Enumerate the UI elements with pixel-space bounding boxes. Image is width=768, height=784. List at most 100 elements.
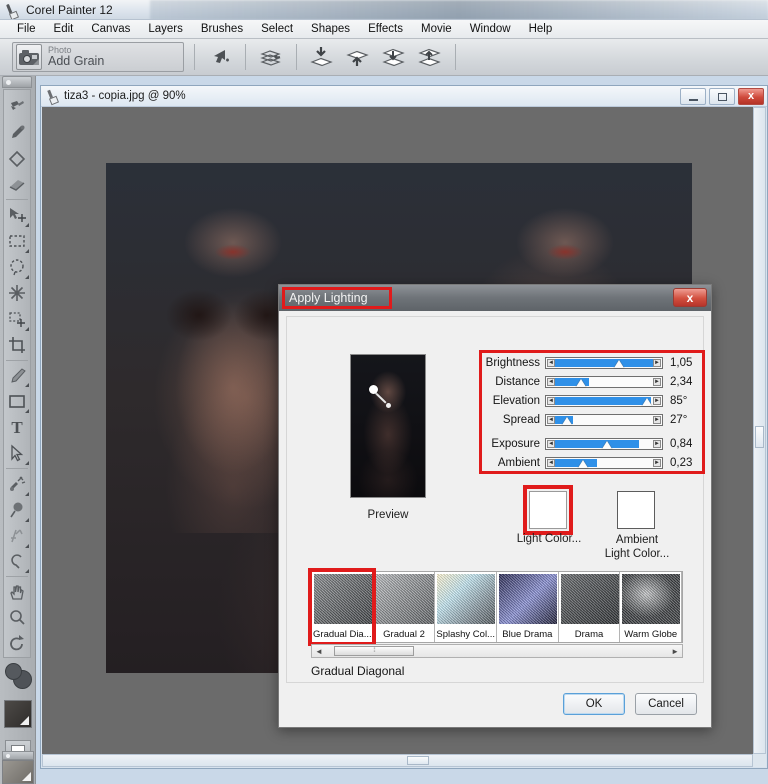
toolbox-grip[interactable]: [2, 76, 32, 88]
brush-variant-label: Add Grain: [48, 54, 105, 69]
dropper-tool[interactable]: [4, 120, 30, 146]
paper-selector[interactable]: [4, 700, 32, 728]
spread-slider[interactable]: ◄ ►: [545, 413, 663, 426]
slider-increase-icon[interactable]: ►: [653, 377, 661, 386]
application-titlebar: Corel Painter 12: [0, 0, 768, 20]
magic-wand-tool[interactable]: [4, 280, 30, 306]
brush-tool[interactable]: [4, 94, 30, 120]
slider-decrease-icon[interactable]: ◄: [547, 358, 555, 367]
vertical-scroll-thumb[interactable]: [755, 426, 764, 448]
foreground-color-swatch[interactable]: [5, 663, 22, 680]
lighting-presets-list[interactable]: Gradual Dia... Gradual 2 Splashy Col... …: [311, 571, 683, 643]
menu-item-help[interactable]: Help: [520, 20, 562, 38]
crop-tool[interactable]: [4, 332, 30, 358]
presets-horizontal-scrollbar[interactable]: ◄ ►: [311, 644, 683, 658]
brush-selector[interactable]: Photo Add Grain: [12, 42, 184, 72]
slider-increase-icon[interactable]: ►: [653, 396, 661, 405]
move-layer-up-icon[interactable]: [415, 42, 445, 72]
text-tool[interactable]: T: [4, 414, 30, 440]
slider-increase-icon[interactable]: ►: [653, 358, 661, 367]
slider-decrease-icon[interactable]: ◄: [547, 415, 555, 424]
ambient-light-color-label[interactable]: Ambient Light Color...: [596, 533, 678, 562]
slider-decrease-icon[interactable]: ◄: [547, 439, 555, 448]
slider-decrease-icon[interactable]: ◄: [547, 396, 555, 405]
ambient-light-color-swatch[interactable]: [617, 491, 655, 529]
dialog-buttons: OK Cancel: [563, 693, 697, 715]
minimize-button[interactable]: [680, 88, 706, 105]
menu-item-window[interactable]: Window: [461, 20, 520, 38]
preset-splashy-colors[interactable]: Splashy Col...: [435, 572, 498, 642]
dialog-close-button[interactable]: x: [673, 288, 707, 307]
scroll-left-icon[interactable]: ◄: [315, 647, 323, 656]
shape-selection-tool[interactable]: [4, 440, 30, 466]
toolbar-divider: [194, 44, 195, 70]
ok-button[interactable]: OK: [563, 693, 625, 715]
menu-item-shapes[interactable]: Shapes: [302, 20, 359, 38]
menu-item-effects[interactable]: Effects: [359, 20, 412, 38]
distance-slider[interactable]: ◄ ►: [545, 375, 663, 388]
menu-item-file[interactable]: File: [8, 20, 45, 38]
slider-increase-icon[interactable]: ►: [653, 458, 661, 467]
light-target-handle[interactable]: [386, 403, 391, 408]
rectangular-selection-tool[interactable]: [4, 228, 30, 254]
light-color-label[interactable]: Light Color...: [509, 533, 589, 545]
scroll-right-icon[interactable]: ►: [671, 647, 679, 656]
exposure-slider[interactable]: ◄ ►: [545, 437, 663, 450]
cloner-tool[interactable]: [4, 471, 30, 497]
grabber-hand-tool[interactable]: [4, 579, 30, 605]
canvas-horizontal-scrollbar[interactable]: [42, 754, 753, 767]
brightness-slider[interactable]: ◄ ►: [545, 356, 663, 369]
close-button[interactable]: x: [738, 88, 764, 105]
paper-preview-grip[interactable]: [2, 751, 34, 760]
slider-decrease-icon[interactable]: ◄: [547, 458, 555, 467]
restore-button[interactable]: [709, 88, 735, 105]
slider-increase-icon[interactable]: ►: [653, 415, 661, 424]
mirror-painting-tool[interactable]: [4, 549, 30, 575]
undo-brushstroke-icon[interactable]: [205, 42, 235, 72]
menu-item-canvas[interactable]: Canvas: [82, 20, 139, 38]
preset-blue-drama[interactable]: Blue Drama: [497, 572, 559, 642]
dialog-title: Apply Lighting: [289, 291, 368, 305]
canvas-vertical-scrollbar[interactable]: [753, 107, 766, 754]
lasso-tool[interactable]: [4, 254, 30, 280]
dodge-tool[interactable]: [4, 497, 30, 523]
paint-bucket-tool[interactable]: [4, 146, 30, 172]
preset-warm-globe[interactable]: Warm Globe: [620, 572, 683, 642]
menu-item-brushes[interactable]: Brushes: [192, 20, 252, 38]
slider-decrease-icon[interactable]: ◄: [547, 377, 555, 386]
ambient-slider[interactable]: ◄ ►: [545, 456, 663, 469]
pen-tool[interactable]: [4, 363, 30, 389]
preset-gradual-2[interactable]: Gradual 2: [374, 572, 436, 642]
rotate-page-tool[interactable]: [4, 631, 30, 657]
elevation-slider[interactable]: ◄ ►: [545, 394, 663, 407]
layer-adjuster-tool[interactable]: [4, 202, 30, 228]
divine-proportion-tool[interactable]: [4, 523, 30, 549]
preset-drama[interactable]: Drama: [559, 572, 621, 642]
magnifier-tool[interactable]: [4, 605, 30, 631]
lighting-preview[interactable]: [350, 354, 426, 498]
preset-label: Gradual Dia...: [313, 629, 372, 640]
presets-scroll-thumb[interactable]: [334, 646, 414, 656]
selection-adjuster-tool[interactable]: [4, 306, 30, 332]
color-swatches[interactable]: [4, 662, 32, 692]
move-layer-down-icon[interactable]: [379, 42, 409, 72]
paper-texture-preview[interactable]: [2, 760, 34, 784]
layer-commands-icon[interactable]: [256, 42, 286, 72]
dialog-titlebar[interactable]: Apply Lighting x: [279, 285, 711, 311]
menu-item-movie[interactable]: Movie: [412, 20, 461, 38]
lift-up-layer-icon[interactable]: [343, 42, 373, 72]
menu-item-layers[interactable]: Layers: [139, 20, 192, 38]
horizontal-scroll-thumb[interactable]: [407, 756, 429, 765]
menu-item-edit[interactable]: Edit: [45, 20, 83, 38]
cancel-button[interactable]: Cancel: [635, 693, 697, 715]
rectangular-shape-tool[interactable]: [4, 388, 30, 414]
document-titlebar[interactable]: tiza3 - copia.jpg @ 90% x: [41, 86, 767, 107]
menu-item-select[interactable]: Select: [252, 20, 302, 38]
slider-increase-icon[interactable]: ►: [653, 439, 661, 448]
eraser-tool[interactable]: [4, 172, 30, 198]
light-source-handle[interactable]: [369, 385, 378, 394]
drop-down-layer-icon[interactable]: [307, 42, 337, 72]
exposure-label: Exposure: [491, 437, 540, 450]
preset-gradual-diagonal[interactable]: Gradual Dia...: [312, 572, 374, 642]
brightness-label: Brightness: [485, 356, 540, 369]
